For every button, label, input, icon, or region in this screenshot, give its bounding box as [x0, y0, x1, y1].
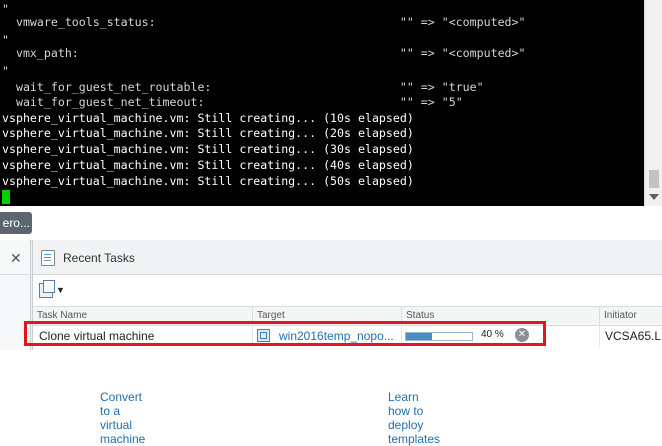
terminal-line: vmx_path: "" => "<computed>" — [2, 46, 526, 60]
convert-to-vm-link[interactable]: Convert to a virtual machine — [100, 390, 145, 446]
highlight-box — [24, 321, 546, 346]
column-header-task-name[interactable]: Task Name — [37, 310, 87, 321]
terminal-scrollbar[interactable] — [644, 0, 662, 206]
column-divider[interactable] — [599, 307, 600, 325]
terminal-line: vsphere_virtual_machine.vm: Still creati… — [2, 142, 414, 156]
terminal-line: vmware_tools_status: "" => "<computed>" — [2, 15, 526, 29]
terminal-cursor — [2, 190, 10, 204]
column-header-target[interactable]: Target — [257, 310, 285, 321]
scroll-down-arrow-icon[interactable] — [649, 194, 659, 200]
terminal-line: wait_for_guest_net_timeout: "" => "5" — [2, 95, 463, 109]
terminal-line: vsphere_virtual_machine.vm: Still creati… — [2, 158, 414, 172]
terminal-line: " — [2, 33, 9, 47]
tasks-clipboard-icon — [41, 250, 55, 266]
column-header-initiator[interactable]: Initiator — [604, 310, 637, 321]
terminal-line: vsphere_virtual_machine.vm: Still creati… — [2, 174, 414, 188]
terminal-console[interactable]: " vmware_tools_status: "" => "<computed>… — [0, 0, 644, 206]
terminal-line: " — [2, 64, 9, 78]
terminal-line: vsphere_virtual_machine.vm: Still creati… — [2, 126, 414, 140]
cell-divider — [599, 325, 600, 347]
close-icon[interactable]: ✕ — [10, 250, 22, 267]
copy-icon[interactable] — [39, 280, 55, 298]
divider — [0, 274, 30, 275]
recent-tasks-header: Recent Tasks — [33, 240, 662, 275]
scrollbar-thumb[interactable] — [649, 170, 659, 188]
task-initiator-cell: VCSA65.L — [605, 329, 662, 343]
recent-tasks-toolbar: ▼ — [33, 275, 662, 305]
terminal-line: " — [2, 2, 9, 16]
column-header-status[interactable]: Status — [406, 310, 434, 321]
dropdown-arrow-icon[interactable]: ▼ — [56, 285, 65, 295]
terminal-line: wait_for_guest_net_routable: "" => "true… — [2, 80, 484, 94]
recent-tasks-title: Recent Tasks — [63, 251, 135, 265]
terminal-line: vsphere_virtual_machine.vm: Still creati… — [2, 111, 414, 125]
partial-button[interactable]: ero... — [0, 212, 32, 234]
learn-deploy-templates-link[interactable]: Learn how to deploy templates — [388, 390, 440, 446]
